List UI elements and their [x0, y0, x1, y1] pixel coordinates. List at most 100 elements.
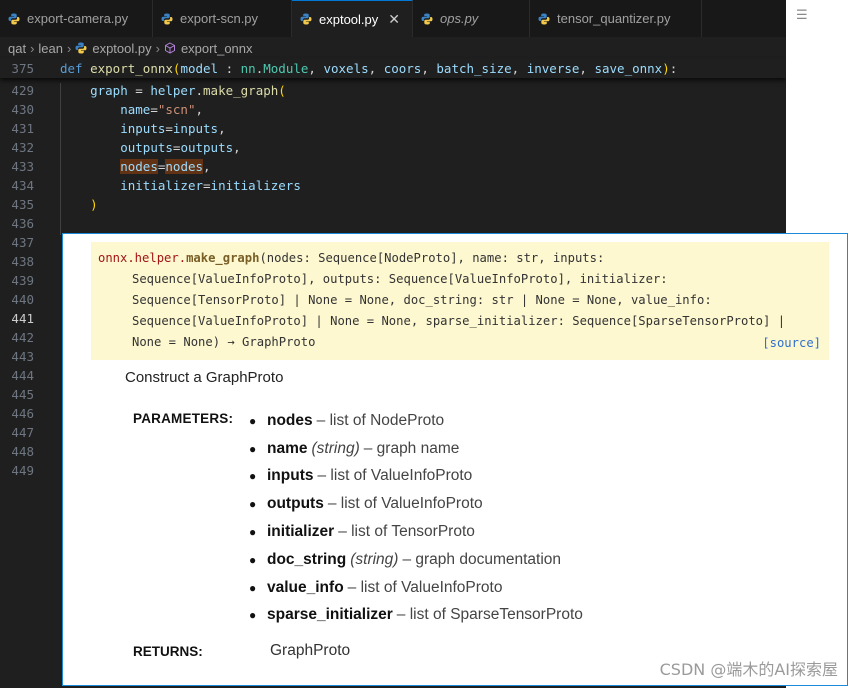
signature-function-name: make_graph	[186, 251, 260, 265]
param-type: (string)	[350, 550, 399, 568]
signature-module: onnx.helper.	[98, 251, 187, 265]
signature-row: None = None) → GraphProto	[132, 335, 316, 349]
code-line[interactable]: 436	[0, 214, 786, 233]
parameters-heading: PARAMETERS:	[133, 411, 234, 426]
line-number: 437	[11, 235, 34, 250]
param-desc: – list of ValueInfoProto	[317, 467, 473, 485]
parameter-item: ● value_info – list of ValueInfoProto	[249, 574, 583, 602]
parameter-item: ● inputs – list of ValueInfoProto	[249, 463, 583, 491]
param-name: sparse_initializer	[267, 606, 393, 624]
python-file-icon	[421, 13, 433, 24]
close-icon[interactable]: ✕	[388, 11, 400, 28]
line-number: 436	[11, 216, 34, 231]
code-line[interactable]: 430 name="scn",	[0, 100, 786, 119]
signature-row: Sequence[TensorProto] | None = None, doc…	[132, 293, 712, 307]
line-number: 438	[11, 254, 34, 269]
param-desc: – list of SparseTensorProto	[396, 606, 583, 624]
bullet-icon: ●	[249, 497, 257, 512]
function-signature: onnx.helper.make_graph(nodes: Sequence[N…	[91, 242, 829, 360]
bullet-icon: ●	[249, 469, 257, 484]
tab-tensor-quantizer[interactable]: tensor_quantizer.py	[530, 0, 702, 37]
source-link[interactable]: [source]	[762, 333, 821, 354]
line-number: 433	[11, 159, 34, 174]
line-number: 449	[11, 463, 34, 478]
parameter-list: ● nodes – list of NodeProto ● name (string) –…	[249, 407, 583, 629]
line-number: 448	[11, 444, 34, 459]
line-number: 446	[11, 406, 34, 421]
breadcrumb: qat › lean › exptool.py › export_onnx	[0, 37, 786, 59]
code-line-text: nodes=nodes,	[120, 159, 211, 174]
code-line-text: )	[90, 197, 98, 212]
line-number: 444	[11, 368, 34, 383]
code-line[interactable]: 433 nodes=nodes,	[0, 157, 786, 176]
code-line-text: def export_onnx(model : nn.Module, voxel…	[60, 61, 678, 76]
param-desc: – list of ValueInfoProto	[347, 578, 503, 596]
param-type: (string)	[311, 439, 360, 457]
code-line[interactable]: 431 inputs=inputs,	[0, 119, 786, 138]
line-number: 431	[11, 121, 34, 136]
param-name: nodes	[267, 411, 313, 429]
param-name: inputs	[267, 467, 314, 485]
param-desc: – graph documentation	[402, 550, 562, 568]
tab-export-camera[interactable]: export-camera.py	[0, 0, 153, 37]
param-name: doc_string	[267, 550, 347, 568]
doc-description: Construct a GraphProto	[125, 369, 284, 386]
bullet-icon: ●	[249, 552, 257, 567]
parameter-item: ● sparse_initializer – list of SparseTenso…	[249, 602, 583, 630]
chevron-right-icon: ›	[67, 40, 72, 56]
indent-guide	[60, 83, 61, 235]
breadcrumb-item[interactable]: exptool.py	[92, 41, 151, 56]
breadcrumb-item[interactable]: lean	[38, 41, 63, 56]
parameter-item: ● nodes – list of NodeProto	[249, 407, 583, 435]
code-line[interactable]: 432 outputs=outputs,	[0, 138, 786, 157]
breadcrumb-item[interactable]: export_onnx	[181, 41, 253, 56]
signature-row: Sequence[ValueInfoProto] | None = None, …	[132, 314, 786, 328]
param-desc: – list of ValueInfoProto	[327, 495, 483, 513]
line-number: 442	[11, 330, 34, 345]
line-number: 443	[11, 349, 34, 364]
code-line[interactable]: 429 graph = helper.make_graph(	[0, 81, 786, 100]
line-number: 447	[11, 425, 34, 440]
hover-documentation-popup: onnx.helper.make_graph(nodes: Sequence[N…	[62, 233, 848, 686]
code-line-text: name="scn",	[120, 102, 204, 117]
python-file-icon	[161, 13, 173, 24]
signature-row: Sequence[ValueInfoProto], outputs: Seque…	[132, 272, 668, 286]
line-number: 439	[11, 273, 34, 288]
parameter-item: ● name (string) – graph name	[249, 435, 583, 463]
chevron-right-icon: ›	[30, 40, 35, 56]
tab-label: export-scn.py	[180, 11, 259, 26]
bullet-icon: ●	[249, 608, 257, 623]
code-line-text: inputs=inputs,	[120, 121, 226, 136]
symbol-method-icon	[164, 42, 175, 54]
line-number: 429	[11, 83, 34, 98]
line-number: 440	[11, 292, 34, 307]
param-desc: – list of TensorProto	[338, 523, 475, 541]
code-line[interactable]: 434 initializer=initializers	[0, 176, 786, 195]
sticky-scroll-line[interactable]: 375 def export_onnx(model : nn.Module, v…	[0, 59, 786, 78]
watermark: CSDN @端木的AI探索屋	[659, 660, 838, 679]
bullet-icon: ●	[249, 525, 257, 540]
param-name: value_info	[267, 578, 344, 596]
breadcrumb-item[interactable]: qat	[8, 41, 26, 56]
python-file-icon	[8, 13, 20, 24]
python-file-icon	[300, 13, 312, 25]
signature-row: onnx.helper.make_graph(nodes: Sequence[N…	[98, 248, 821, 269]
tab-label: exptool.py	[319, 11, 379, 27]
code-line-text: graph = helper.make_graph(	[90, 83, 286, 98]
tab-ops[interactable]: ops.py	[413, 0, 530, 37]
line-number: 434	[11, 178, 34, 193]
line-number: 435	[11, 197, 34, 212]
line-number-current: 441	[11, 311, 34, 326]
code-line[interactable]: 435 )	[0, 195, 786, 214]
returns-value: GraphProto	[270, 642, 351, 659]
parameter-item: ● outputs – list of ValueInfoProto	[249, 490, 583, 518]
line-number: 430	[11, 102, 34, 117]
chevron-right-icon: ›	[155, 40, 160, 56]
code-line-text: initializer=initializers	[120, 178, 301, 193]
tab-export-scn[interactable]: export-scn.py	[153, 0, 292, 37]
code-line-text: outputs=outputs,	[120, 140, 241, 155]
tab-exptool[interactable]: exptool.py ✕	[292, 0, 413, 37]
python-file-icon	[538, 13, 550, 24]
param-name: initializer	[267, 523, 335, 541]
more-actions-icon[interactable]: ☰	[796, 8, 808, 23]
